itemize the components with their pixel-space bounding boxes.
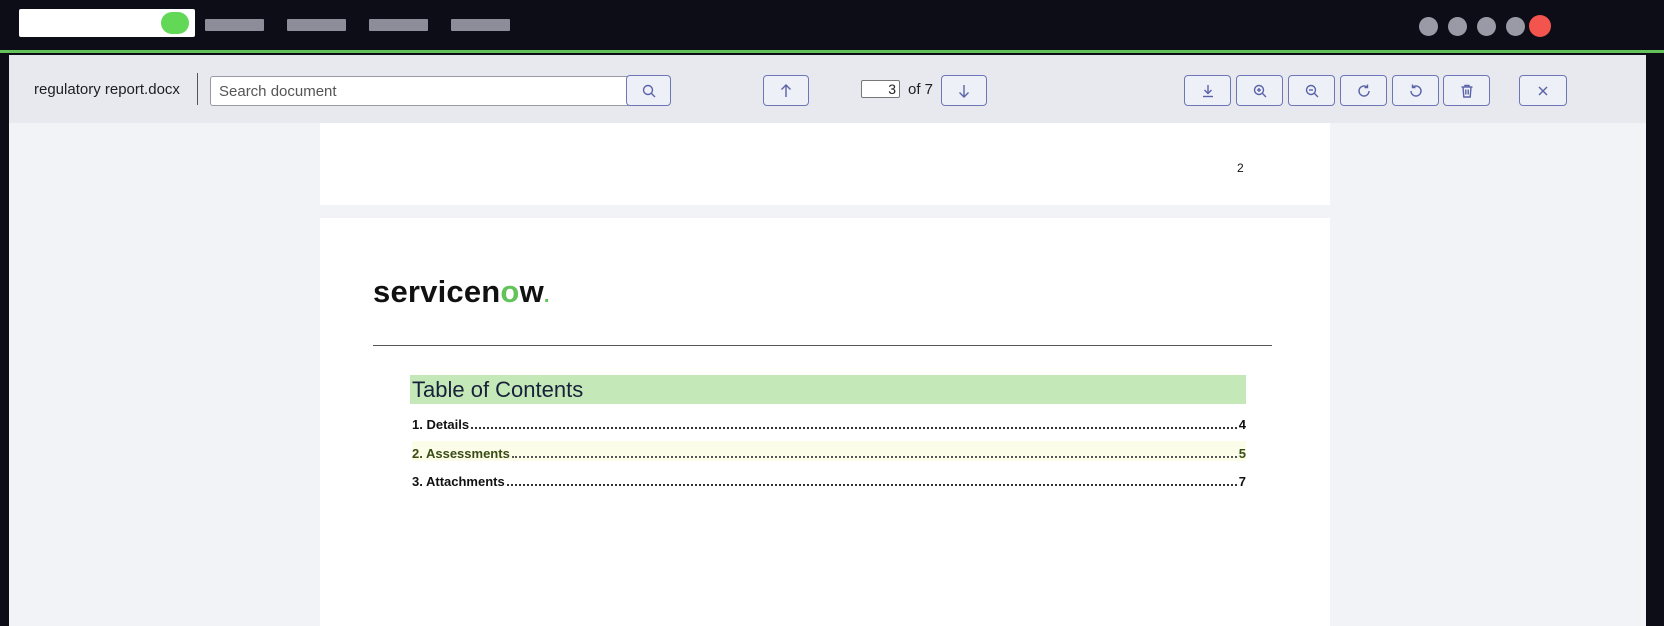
file-name: regulatory report.docx	[34, 81, 180, 98]
rotate-cw-icon	[1357, 84, 1370, 97]
document-scroll-area[interactable]: 2 servicenow. Table of Contents 1. Detai…	[9, 123, 1655, 626]
rotate-counterclockwise-button[interactable]	[1392, 75, 1439, 106]
page-number-input[interactable]	[861, 80, 900, 98]
toc-entry-details[interactable]: 1. Details 4	[412, 416, 1246, 432]
toc-entry-label: 1. Details	[412, 417, 470, 432]
page-count: of 7	[908, 81, 934, 98]
arrow-up-icon	[781, 83, 791, 97]
window-close-button[interactable]	[1529, 15, 1551, 37]
search-icon	[642, 84, 655, 97]
zoom-out-button[interactable]	[1288, 75, 1335, 106]
document-page-2: 2	[320, 123, 1330, 205]
background-app-edge	[1646, 53, 1664, 626]
toc-leader	[506, 484, 1237, 486]
toc-entry-page: 4	[1238, 417, 1246, 432]
servicenow-logo: servicenow.	[373, 274, 550, 309]
download-icon	[1202, 84, 1213, 97]
rotate-ccw-icon	[1409, 84, 1422, 97]
rotate-clockwise-button[interactable]	[1340, 75, 1387, 106]
toc-leader	[511, 456, 1237, 458]
accent-line	[0, 50, 1664, 53]
search-button[interactable]	[626, 75, 671, 106]
nav-item-3[interactable]	[369, 19, 428, 31]
toc-entry-page: 5	[1238, 446, 1246, 461]
toolbar-divider	[197, 73, 198, 105]
window-control-4[interactable]	[1506, 17, 1525, 36]
delete-button[interactable]	[1443, 75, 1490, 106]
document-page-3: servicenow. Table of Contents 1. Details…	[320, 218, 1330, 626]
toc-entry-label: 2. Assessments	[412, 446, 510, 461]
window-control-2[interactable]	[1448, 17, 1467, 36]
zoom-in-icon	[1253, 84, 1266, 97]
page-number-label: 2	[1237, 161, 1244, 175]
next-page-button[interactable]	[941, 75, 987, 106]
download-button[interactable]	[1184, 75, 1231, 106]
close-icon	[1538, 86, 1548, 95]
toc-entry-assessments[interactable]: 2. Assessments 5	[412, 441, 1246, 461]
toc-entry-attachments[interactable]: 3. Attachments 7	[412, 473, 1246, 489]
toc-entry-label: 3. Attachments	[412, 474, 505, 489]
app-top-bar	[0, 0, 1664, 53]
viewer-toolbar: regulatory report.docx of 7	[9, 55, 1655, 123]
toc-leader	[471, 427, 1237, 429]
zoom-in-button[interactable]	[1236, 75, 1283, 106]
document-viewer: regulatory report.docx of 7	[9, 55, 1655, 626]
nav-item-1[interactable]	[205, 19, 264, 31]
toc-heading: Table of Contents	[410, 375, 1246, 404]
nav-item-4[interactable]	[451, 19, 510, 31]
nav-item-2[interactable]	[287, 19, 346, 31]
arrow-down-icon	[959, 84, 969, 98]
window-control-3[interactable]	[1477, 17, 1496, 36]
previous-page-button[interactable]	[763, 75, 809, 106]
header-rule	[373, 345, 1272, 346]
close-viewer-button[interactable]	[1519, 75, 1567, 106]
toc-entry-page: 7	[1238, 474, 1246, 489]
search-input[interactable]	[210, 76, 649, 106]
trash-icon	[1461, 84, 1472, 98]
status-dot	[161, 12, 189, 34]
window-control-1[interactable]	[1419, 17, 1438, 36]
zoom-out-icon	[1305, 84, 1318, 97]
